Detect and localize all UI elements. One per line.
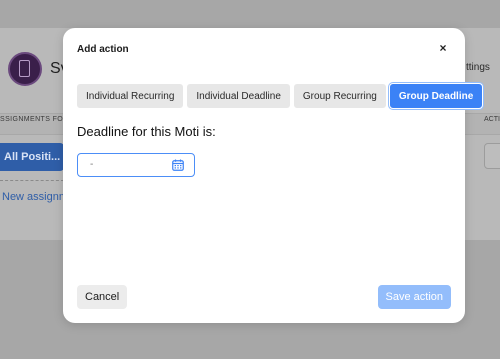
save-action-button[interactable]: Save action bbox=[377, 285, 451, 309]
assignments-column-header: SSIGNMENTS FOR bbox=[0, 116, 69, 123]
modal-title: Add action bbox=[77, 44, 129, 55]
tab-individual-deadline[interactable]: Individual Deadline bbox=[187, 84, 290, 108]
background-input bbox=[484, 143, 500, 169]
tab-individual-recurring[interactable]: Individual Recurring bbox=[77, 84, 184, 108]
cancel-button[interactable]: Cancel bbox=[77, 285, 128, 309]
tab-group-recurring[interactable]: Group Recurring bbox=[293, 84, 386, 108]
divider bbox=[0, 180, 64, 181]
add-action-modal: Add action × Individual Recurring Indivi… bbox=[63, 28, 483, 323]
settings-link: ttings bbox=[466, 62, 490, 73]
date-value: - bbox=[90, 159, 94, 170]
new-assignment-link: New assignm bbox=[2, 191, 69, 203]
action-type-tabs: Individual Recurring Individual Deadline… bbox=[77, 84, 483, 108]
calendar-icon[interactable] bbox=[172, 159, 184, 171]
actions-column-header: ACTI bbox=[484, 116, 500, 123]
deadline-label: Deadline for this Moti is: bbox=[77, 124, 216, 139]
phone-icon bbox=[19, 60, 30, 77]
close-button[interactable]: × bbox=[435, 40, 451, 56]
deadline-date-input[interactable]: - bbox=[77, 153, 195, 177]
all-positions-item: All Positi... bbox=[0, 143, 64, 171]
tab-group-deadline[interactable]: Group Deadline bbox=[389, 84, 483, 108]
